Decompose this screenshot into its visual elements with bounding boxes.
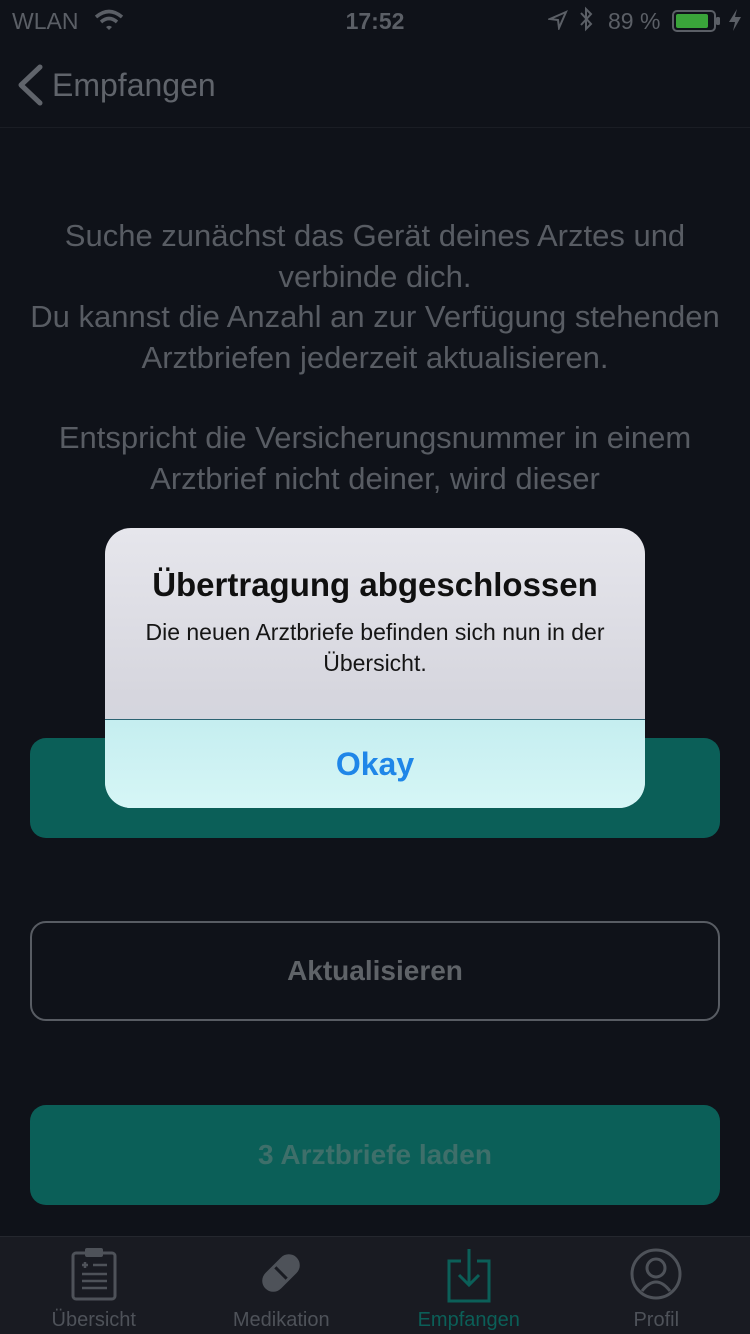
okay-button[interactable]: Okay [105, 720, 645, 808]
tab-label: Empfangen [417, 1309, 520, 1331]
charging-bolt-icon [728, 8, 742, 38]
tab-label: Medikation [232, 1309, 330, 1331]
tab-label: Übersicht [51, 1309, 136, 1331]
instruction-paragraph-3: Entspricht die Versicherungsnummer in ei… [58, 420, 692, 496]
tab-empfangen[interactable]: Empfangen [375, 1237, 563, 1334]
instructions-text: Suche zunächst das Gerät deines Arztes u… [20, 216, 730, 499]
back-label: Empfangen [52, 66, 216, 103]
bluetooth-icon [578, 6, 594, 38]
tab-uebersicht[interactable]: Übersicht [0, 1237, 188, 1334]
status-bar: WLAN 17:52 89 % [0, 0, 750, 40]
back-button[interactable]: Empfangen [16, 62, 216, 108]
pill-icon [255, 1247, 307, 1304]
battery-percent: 89 % [608, 8, 661, 34]
refresh-button[interactable]: Aktualisieren [30, 921, 720, 1021]
chevron-left-icon [18, 64, 43, 106]
instruction-paragraph-1: Suche zunächst das Gerät deines Arztes u… [64, 218, 686, 294]
load-letters-button[interactable]: 3 Arztbriefe laden [30, 1105, 720, 1205]
clipboard-icon [71, 1247, 117, 1306]
tab-bar: Übersicht Medikation Empfangen Profil [0, 1236, 750, 1334]
download-tray-icon [446, 1247, 492, 1308]
instruction-paragraph-2: Du kannst die Anzahl an zur Verfügung st… [30, 299, 720, 375]
location-arrow-icon [546, 9, 568, 36]
navigation-bar: Empfangen [0, 40, 750, 128]
alert-message: Die neuen Arztbriefe befinden sich nun i… [145, 619, 605, 676]
alert-title: Übertragung abgeschlossen [152, 566, 598, 603]
alert-dialog: Übertragung abgeschlossen Die neuen Arzt… [105, 528, 645, 808]
tab-label: Profil [633, 1309, 680, 1331]
tab-medikation[interactable]: Medikation [188, 1237, 376, 1334]
battery-icon [672, 10, 722, 38]
profile-icon [629, 1247, 683, 1306]
tab-profil[interactable]: Profil [563, 1237, 750, 1334]
